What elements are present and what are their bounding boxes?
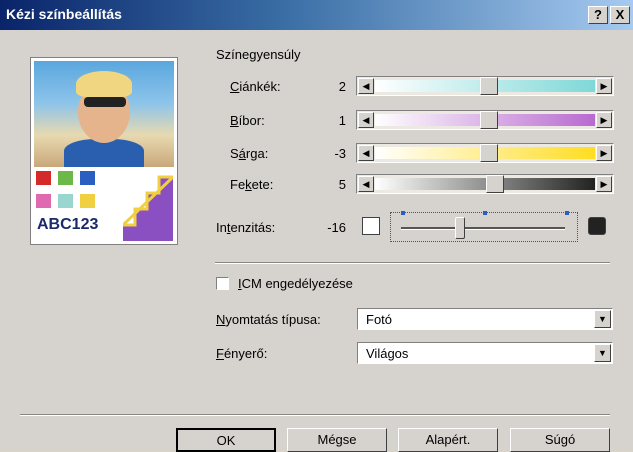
cyan-value: 2 (338, 79, 346, 94)
black-left-arrow-icon[interactable]: ◀ (358, 176, 374, 192)
slider-thumb[interactable] (480, 144, 499, 162)
close-title-button[interactable]: X (610, 6, 630, 24)
magenta-right-arrow-icon[interactable]: ▶ (596, 112, 612, 128)
chevron-down-icon[interactable]: ▼ (594, 310, 611, 328)
chevron-down-icon[interactable]: ▼ (594, 344, 611, 362)
black-slider[interactable]: ◀ ▶ (356, 174, 614, 194)
intensity-slider[interactable] (390, 211, 578, 242)
cyan-right-arrow-icon[interactable]: ▶ (596, 78, 612, 94)
cyan-label: Ciánkék: (230, 79, 281, 94)
yellow-slider[interactable]: ◀ ▶ (356, 143, 614, 163)
yellow-left-arrow-icon[interactable]: ◀ (358, 145, 374, 161)
print-type-select[interactable]: Fotó ▼ (357, 308, 613, 330)
print-type-label: Nyomtatás típusa: (216, 312, 321, 327)
preview-text: ABC123 (37, 216, 99, 233)
intensity-value: -16 (327, 220, 346, 235)
slider-thumb[interactable] (480, 111, 499, 129)
icm-label[interactable]: ICM engedélyezése (238, 276, 353, 291)
yellow-right-arrow-icon[interactable]: ▶ (596, 145, 612, 161)
preview-photo (34, 61, 174, 167)
brightness-label: Fényerő: (216, 346, 268, 361)
black-value: 5 (338, 177, 346, 192)
dialog-window: Kézi színbeállítás ? X ABC123 Színegyens… (0, 0, 633, 452)
magenta-label: Bíbor: (230, 113, 265, 128)
brightness-select[interactable]: Világos ▼ (357, 342, 613, 364)
color-balance-heading: Színegyensúly (216, 47, 301, 62)
print-type-value: Fotó (366, 312, 393, 327)
brightness-value: Világos (366, 346, 409, 361)
stairs-graphic (123, 175, 173, 241)
magenta-value: 1 (338, 113, 346, 128)
help-button[interactable]: Súgó (510, 428, 610, 452)
default-button[interactable]: Alapért. (398, 428, 498, 452)
black-label: Fekete: (230, 177, 274, 192)
intensity-label: Intenzitás: (216, 220, 276, 235)
black-right-arrow-icon[interactable]: ▶ (596, 176, 612, 192)
cyan-left-arrow-icon[interactable]: ◀ (358, 78, 374, 94)
dark-intensity-icon (588, 217, 606, 235)
intensity-slider-thumb[interactable] (455, 217, 466, 239)
slider-thumb[interactable] (480, 77, 499, 95)
ok-button[interactable]: OK (176, 428, 276, 452)
help-title-button[interactable]: ? (588, 6, 608, 24)
light-intensity-icon (362, 217, 380, 235)
magenta-slider[interactable]: ◀ ▶ (356, 110, 614, 130)
cyan-slider[interactable]: ◀ ▶ (356, 76, 614, 96)
title-bar: Kézi színbeállítás ? X (0, 0, 633, 30)
yellow-value: -3 (334, 146, 346, 161)
magenta-left-arrow-icon[interactable]: ◀ (358, 112, 374, 128)
cancel-button[interactable]: Mégse (287, 428, 387, 452)
icm-checkbox[interactable] (216, 277, 229, 290)
separator (215, 262, 610, 264)
preview-image: ABC123 (30, 57, 178, 245)
window-title: Kézi színbeállítás (6, 6, 122, 22)
yellow-label: Sárga: (230, 146, 269, 161)
bottom-separator (20, 414, 610, 416)
slider-thumb[interactable] (486, 175, 505, 193)
